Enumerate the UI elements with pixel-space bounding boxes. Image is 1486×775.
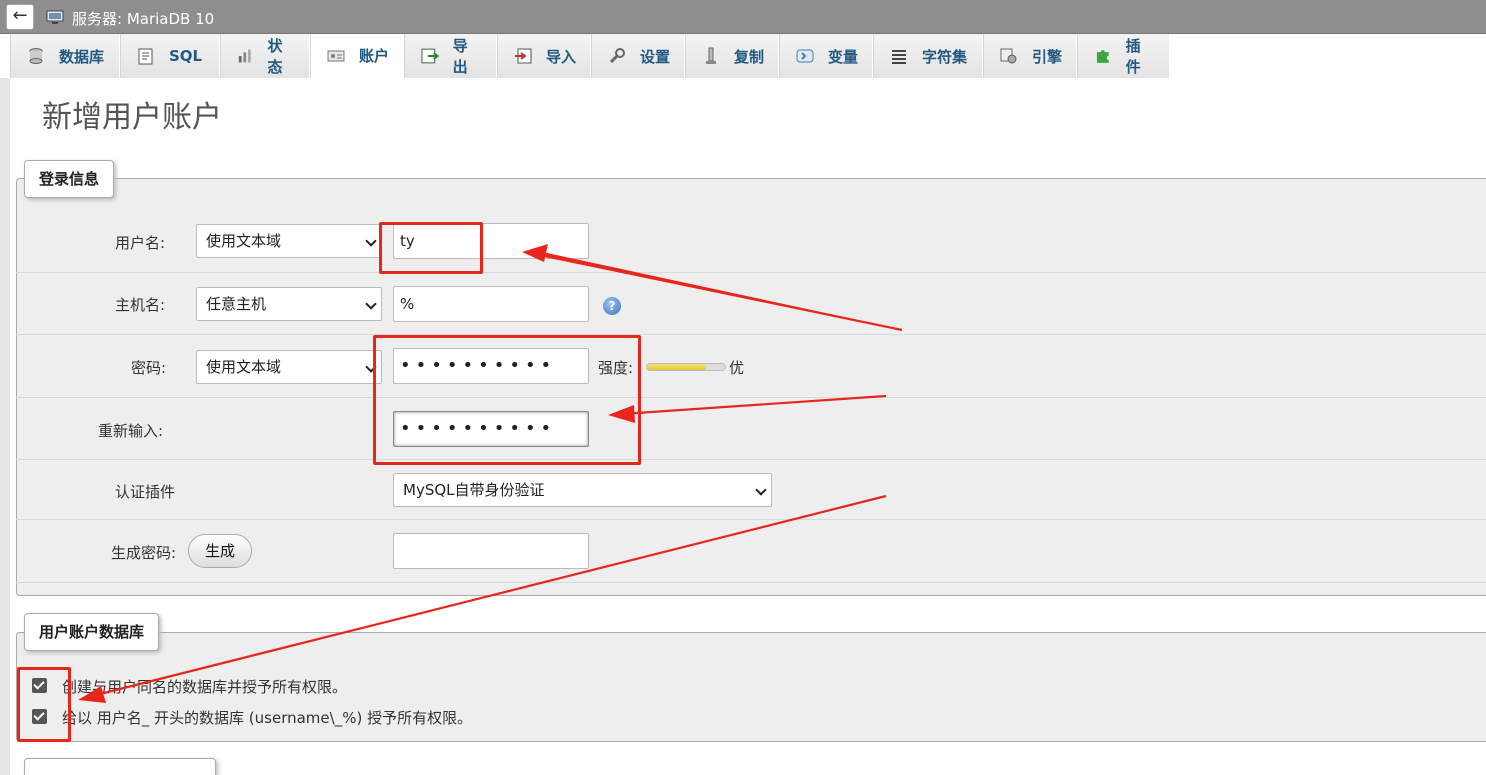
server-label[interactable]: 服务器: MariaDB 10 [72, 8, 214, 29]
host-input[interactable]: % [393, 286, 589, 322]
host-row: 主机名: 任意主机 % ? [16, 273, 1486, 335]
password-highlight-box [373, 335, 641, 465]
auth-plugin-label: 认证插件 [115, 483, 176, 501]
tab-export[interactable]: 导出 [404, 34, 497, 78]
tab-variables[interactable]: 变量 [779, 34, 873, 78]
back-button[interactable]: ← [6, 4, 34, 30]
host-type-select[interactable]: 任意主机 [196, 287, 382, 321]
generate-password-row: 生成密码: 生成 [16, 520, 1486, 583]
tab-label: 变量 [828, 47, 859, 66]
tab-label: 引擎 [1032, 47, 1063, 66]
charset-icon [892, 50, 906, 64]
top-tab-bar: 数据库 SQL 状态 账户 导出 导入 设置 复制 变量 字符集 引擎 插件 [10, 34, 1170, 78]
variables-icon [796, 49, 814, 63]
strength-value: 优 [729, 359, 745, 377]
strength-meter-fill [647, 364, 706, 370]
tab-charset[interactable]: 字符集 [873, 34, 983, 78]
chevron-down-icon [365, 298, 377, 310]
tab-bar-filler [1170, 34, 1486, 78]
tab-label: 状态 [267, 37, 283, 76]
tab-engines[interactable]: 引擎 [983, 34, 1077, 78]
generated-password-input[interactable] [393, 533, 589, 569]
username-highlight-box [379, 222, 483, 274]
password-strength-meter [646, 363, 726, 371]
select-value: 使用文本域 [206, 358, 282, 376]
tab-accounts[interactable]: 账户 [310, 34, 404, 78]
auth-plugin-row: 认证插件 MySQL自带身份验证 [16, 460, 1486, 520]
chevron-down-icon [365, 235, 377, 247]
tab-label: 字符集 [922, 47, 968, 66]
tab-label: 账户 [359, 47, 390, 65]
tab-label: 导出 [452, 37, 468, 76]
next-section-legend [24, 758, 216, 775]
tab-settings[interactable]: 设置 [591, 34, 685, 78]
tab-replication[interactable]: 复制 [685, 34, 779, 78]
reenter-label: 重新输入: [98, 422, 164, 440]
auth-plugin-select[interactable]: MySQL自带身份验证 [393, 473, 772, 507]
page-title: 新增用户账户 [42, 100, 222, 135]
select-value: MySQL自带身份验证 [403, 481, 545, 499]
chevron-down-icon [755, 484, 767, 496]
help-icon[interactable]: ? [603, 297, 621, 315]
select-value: 使用文本域 [206, 232, 282, 250]
username-label: 用户名: [115, 234, 166, 252]
engine-icon [1000, 48, 1017, 64]
password-row: 密码: 使用文本域 •••••••••• 强度: 优 [16, 335, 1486, 398]
grant-wildcard-label[interactable]: 给以 用户名_ 开头的数据库 (username\_%) 授予所有权限。 [62, 707, 472, 728]
tab-sql[interactable]: SQL [120, 34, 220, 78]
tab-database[interactable]: 数据库 [10, 34, 120, 78]
select-value: 任意主机 [206, 295, 267, 313]
password-label: 密码: [131, 359, 167, 377]
generate-password-label: 生成密码: [111, 544, 177, 562]
sql-icon [138, 48, 153, 65]
export-icon [421, 48, 439, 64]
login-info-legend: 登录信息 [24, 160, 115, 198]
server-icon [46, 10, 64, 24]
tab-label: SQL [169, 47, 203, 65]
server-breadcrumb-bar: ← 服务器: MariaDB 10 [0, 0, 1486, 34]
import-icon [515, 48, 532, 64]
database-icon [29, 48, 43, 64]
username-type-select[interactable]: 使用文本域 [196, 224, 382, 258]
username-row: 用户名: 使用文本域 ty [16, 212, 1486, 273]
user-database-legend: 用户账户数据库 [24, 613, 160, 651]
tab-plugins[interactable]: 插件 [1077, 34, 1170, 78]
plugin-icon [1096, 50, 1109, 63]
password-type-select[interactable]: 使用文本域 [196, 350, 382, 384]
tab-label: 数据库 [59, 47, 105, 66]
tab-label: 设置 [640, 47, 671, 66]
settings-icon [609, 48, 625, 64]
generate-button[interactable]: 生成 [188, 534, 253, 568]
tab-import[interactable]: 导入 [497, 34, 591, 78]
tab-label: 复制 [734, 47, 765, 66]
phpmyadmin-window: ← 服务器: MariaDB 10 数据库 SQL 状态 账户 导出 导入 设置… [0, 0, 1486, 775]
host-label: 主机名: [115, 296, 166, 314]
left-edge-strip [0, 78, 10, 775]
reenter-row: 重新输入: •••••••••• [16, 398, 1486, 460]
accounts-icon [327, 50, 345, 61]
replication-icon [706, 47, 716, 64]
create-db-label[interactable]: 创建与用户同名的数据库并授予所有权限。 [62, 676, 347, 697]
status-icon [238, 49, 251, 63]
tab-status[interactable]: 状态 [220, 34, 310, 78]
tab-label: 插件 [1125, 37, 1141, 76]
checkbox-highlight-box [17, 667, 71, 742]
tab-label: 导入 [546, 47, 577, 66]
